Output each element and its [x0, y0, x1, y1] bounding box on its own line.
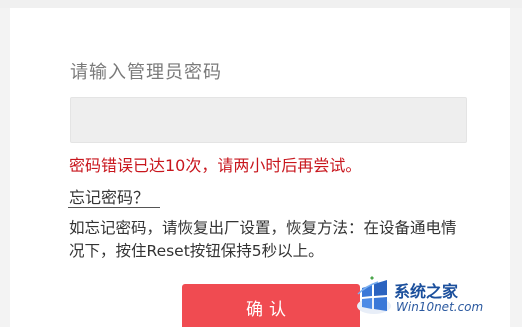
top-bar [0, 0, 522, 8]
site-watermark: 系统之家 Win10net.com [352, 272, 522, 327]
password-prompt: 请输入管理员密码 [70, 62, 222, 83]
watermark-title: 系统之家 [394, 282, 459, 301]
error-message: 密码错误已达10次，请两小时后再尝试。 [69, 156, 362, 175]
watermark-url: Win10net.com [396, 300, 484, 314]
confirm-button[interactable]: 确认 [182, 284, 360, 327]
router-login-page: 请输入管理员密码 密码错误已达10次，请两小时后再尝试。 忘记密码？ 如忘记密码… [0, 0, 522, 327]
reset-help-text: 如忘记密码，请恢复出厂设置，恢复方法：在设备通电情况下，按住Reset按钮保持5… [69, 219, 457, 260]
forgot-link-underline [68, 207, 160, 208]
forgot-password-link[interactable]: 忘记密码？ [69, 184, 149, 208]
password-input[interactable] [70, 97, 467, 143]
windows-flag-icon [357, 276, 391, 314]
left-margin [0, 8, 10, 327]
